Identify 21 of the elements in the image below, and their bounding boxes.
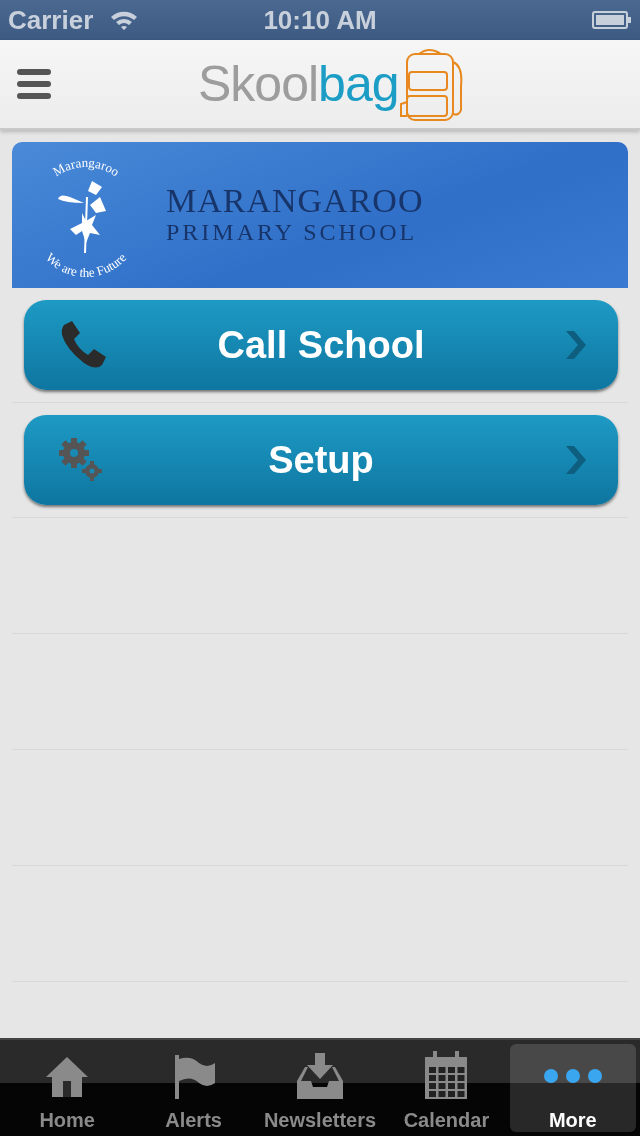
tab-button[interactable]: Newsletters (256, 1044, 384, 1132)
school-name: MARANGAROO (166, 183, 424, 218)
menu-item-button[interactable]: Setup (24, 415, 618, 505)
tab-button[interactable]: Calendar (383, 1044, 510, 1132)
menu-button[interactable] (17, 67, 53, 101)
clock-time: 10:10 AM (263, 4, 377, 36)
school-emblem: Marangaroo We are the Future (26, 145, 146, 285)
menu-icon (17, 67, 53, 101)
tab-button[interactable]: Home (4, 1044, 131, 1132)
tab-button[interactable]: More (509, 1044, 637, 1132)
carrier-name: Carrier (8, 4, 94, 36)
inbox-download-icon (295, 1050, 345, 1101)
wifi-icon (109, 9, 140, 31)
tab-button[interactable]: Alerts (130, 1044, 257, 1132)
gears-icon (58, 437, 104, 483)
calendar-icon (423, 1050, 470, 1101)
menu-item-button[interactable]: Call School (24, 300, 618, 390)
app-logo-text: Skoolbag (198, 55, 399, 113)
battery-icon (592, 10, 632, 30)
school-subtitle: PRIMARY SCHOOL (166, 217, 419, 247)
backpack-icon (398, 46, 463, 122)
